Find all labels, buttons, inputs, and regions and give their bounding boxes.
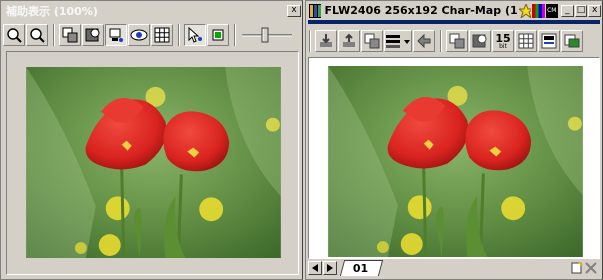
palette-icon	[532, 3, 545, 18]
char-map-toolbar: 15 bit	[308, 27, 600, 55]
import-button[interactable]	[315, 30, 337, 52]
new-page-icon	[571, 262, 583, 274]
delete-icon	[585, 262, 597, 274]
mask-button[interactable]	[469, 30, 491, 52]
grid-icon	[518, 33, 534, 49]
char-map-titlebar[interactable]: FLW2406 256x192 Char-Map (1 CM _ □ x	[307, 2, 601, 19]
select-color-button[interactable]	[207, 24, 229, 46]
minimize-button[interactable]: _	[560, 4, 574, 17]
toolbar-separator	[440, 30, 442, 52]
cm-badge-label: CM	[547, 6, 557, 14]
char-map-title: FLW2406 256x192 Char-Map (1	[324, 4, 518, 17]
color-depth-button[interactable]: 15 bit	[492, 30, 514, 52]
right-arrow-icon	[327, 264, 333, 272]
toolbar-separator	[178, 24, 180, 46]
flip-button[interactable]	[413, 30, 435, 52]
auxiliary-view-titlebar[interactable]: 補助表示 (100%) x	[2, 2, 301, 19]
export-icon	[343, 33, 355, 47]
auxiliary-view-window: 補助表示 (100%) x	[0, 0, 303, 280]
export-button[interactable]	[338, 30, 360, 52]
next-tab-button[interactable]	[323, 261, 337, 275]
display-button[interactable]	[105, 24, 127, 46]
close-button[interactable]: x	[287, 4, 301, 17]
cm-badge: CM	[545, 3, 558, 18]
maximize-icon: □	[576, 5, 586, 15]
left-arrow-icon	[312, 264, 318, 272]
palette-view-button[interactable]	[538, 30, 560, 52]
copy-layer-button-2[interactable]	[446, 30, 468, 52]
close-icon: x	[291, 5, 297, 15]
copy-layer-icon	[449, 33, 465, 49]
toolbar-separator	[53, 24, 55, 46]
minimize-icon: _	[565, 5, 570, 15]
zoom-out-button[interactable]	[26, 24, 48, 46]
eye-button[interactable]	[128, 24, 150, 46]
toolbar-grip	[309, 30, 311, 52]
zoom-in-button[interactable]	[3, 24, 25, 46]
tile-view-button[interactable]	[561, 30, 583, 52]
select-color-icon	[212, 29, 224, 41]
toolbar-separator	[234, 24, 236, 46]
auxiliary-view-canvas[interactable]	[6, 51, 299, 275]
mask-icon	[85, 28, 100, 42]
maximize-button[interactable]: □	[574, 4, 588, 17]
slider-icon	[242, 27, 292, 43]
pointer-button[interactable]	[184, 24, 206, 46]
tab-01[interactable]: 01	[339, 260, 384, 276]
zoom-slider[interactable]	[240, 25, 294, 45]
tab-bar: 01	[308, 259, 600, 277]
main-image	[328, 66, 583, 257]
char-map-window: FLW2406 256x192 Char-Map (1 CM _ □ x 15 …	[305, 0, 603, 280]
grid-button[interactable]	[151, 24, 173, 46]
chevron-down-icon	[404, 40, 410, 44]
layers-dropdown-button[interactable]	[384, 30, 412, 52]
new-page-button[interactable]	[570, 261, 584, 275]
import-icon	[320, 34, 332, 47]
layers-icon	[386, 35, 410, 48]
tab-label: 01	[352, 262, 369, 275]
char-map-canvas[interactable]	[308, 57, 600, 259]
flip-icon	[417, 33, 431, 49]
tile-view-icon	[564, 34, 580, 48]
mask-button[interactable]	[82, 24, 104, 46]
pointer-icon	[188, 27, 202, 43]
prev-tab-button[interactable]	[308, 261, 322, 275]
copy-layer-icon	[62, 27, 78, 43]
titlebar-accent-rule	[308, 20, 600, 24]
grid-button[interactable]	[515, 30, 537, 52]
eye-icon	[130, 29, 148, 41]
zoom-in-icon	[7, 28, 22, 43]
mask-icon	[472, 34, 487, 48]
zoom-out-icon	[30, 28, 45, 43]
copy-layer-button[interactable]	[361, 30, 383, 52]
auxiliary-view-toolbar	[3, 21, 300, 49]
copy-layer-button[interactable]	[59, 24, 81, 46]
preview-image	[26, 67, 281, 258]
close-icon: x	[592, 5, 598, 15]
color-depth-unit: bit	[499, 42, 507, 50]
display-icon	[109, 28, 123, 42]
color-depth-value: 15	[495, 31, 511, 45]
close-button[interactable]: x	[588, 4, 601, 17]
palette-view-icon	[541, 33, 557, 49]
grid-icon	[154, 27, 170, 43]
delete-page-button[interactable]	[584, 261, 598, 275]
auxiliary-view-title: 補助表示 (100%)	[6, 4, 98, 18]
copy-layer-icon	[364, 33, 380, 49]
app-icon	[309, 3, 322, 18]
star-icon	[518, 3, 532, 18]
